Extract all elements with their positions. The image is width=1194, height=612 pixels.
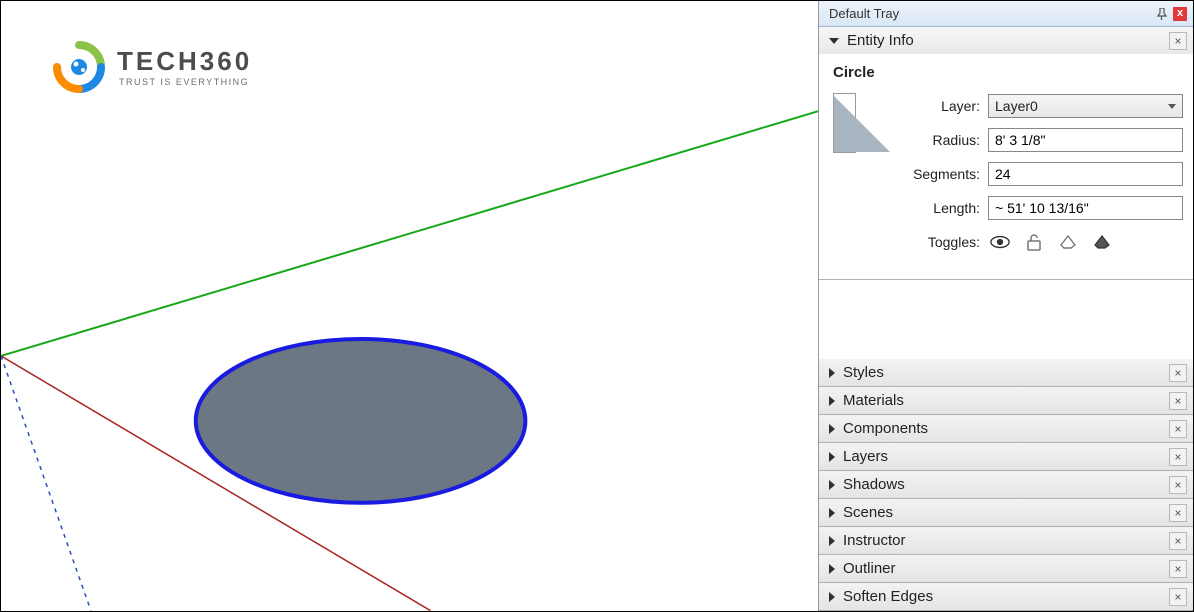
- section-header-styles[interactable]: Styles ×: [819, 359, 1193, 386]
- section-outliner: Outliner ×: [819, 555, 1193, 583]
- pin-icon[interactable]: [1155, 7, 1169, 21]
- section-label: Materials: [843, 392, 1169, 409]
- section-entity-info: Entity Info × Circle Layer: Layer0: [819, 27, 1193, 280]
- section-header-shadows[interactable]: Shadows ×: [819, 471, 1193, 498]
- section-label: Shadows: [843, 476, 1169, 493]
- section-label: Scenes: [843, 504, 1169, 521]
- entity-info-body: Circle Layer: Layer0 Radius:: [819, 54, 1193, 279]
- length-label: Length:: [870, 200, 988, 216]
- app-logo: TECH360 TRUST IS EVERYTHING: [51, 39, 252, 95]
- radius-input[interactable]: [988, 128, 1183, 152]
- caret-right-icon: [829, 592, 835, 602]
- section-soften-edges: Soften Edges ×: [819, 583, 1193, 611]
- material-swatch[interactable]: [833, 93, 856, 153]
- section-close-button[interactable]: ×: [1169, 588, 1187, 606]
- section-label: Styles: [843, 364, 1169, 381]
- caret-right-icon: [829, 536, 835, 546]
- logo-title: TECH360: [117, 48, 252, 74]
- tray-close-button[interactable]: x: [1173, 7, 1187, 21]
- layer-select[interactable]: Layer0: [988, 94, 1183, 118]
- entity-type-label: Circle: [829, 62, 1183, 89]
- section-label: Outliner: [843, 560, 1169, 577]
- layer-select-value: Layer0: [995, 98, 1038, 114]
- section-header-entity-info[interactable]: Entity Info ×: [819, 27, 1193, 54]
- section-styles: Styles ×: [819, 359, 1193, 387]
- section-close-button[interactable]: ×: [1169, 504, 1187, 522]
- section-layers: Layers ×: [819, 443, 1193, 471]
- tray-header[interactable]: Default Tray x: [819, 1, 1193, 27]
- section-components: Components ×: [819, 415, 1193, 443]
- section-close-button[interactable]: ×: [1169, 448, 1187, 466]
- axis-green: [1, 111, 818, 356]
- caret-right-icon: [829, 396, 835, 406]
- section-close-button[interactable]: ×: [1169, 420, 1187, 438]
- section-shadows: Shadows ×: [819, 471, 1193, 499]
- section-scenes: Scenes ×: [819, 499, 1193, 527]
- section-materials: Materials ×: [819, 387, 1193, 415]
- section-header-outliner[interactable]: Outliner ×: [819, 555, 1193, 582]
- segments-input[interactable]: [988, 162, 1183, 186]
- lock-toggle-icon[interactable]: [1024, 233, 1044, 251]
- section-label: Soften Edges: [843, 588, 1169, 605]
- caret-right-icon: [829, 424, 835, 434]
- section-close-button[interactable]: ×: [1169, 560, 1187, 578]
- section-close-button[interactable]: ×: [1169, 32, 1187, 50]
- caret-down-icon: [829, 38, 839, 44]
- section-header-scenes[interactable]: Scenes ×: [819, 499, 1193, 526]
- segments-label: Segments:: [870, 166, 988, 182]
- viewport-canvas[interactable]: TECH360 TRUST IS EVERYTHING: [1, 1, 818, 611]
- section-instructor: Instructor ×: [819, 527, 1193, 555]
- caret-right-icon: [829, 564, 835, 574]
- caret-right-icon: [829, 452, 835, 462]
- logo-mark-icon: [51, 39, 107, 95]
- section-close-button[interactable]: ×: [1169, 532, 1187, 550]
- section-header-materials[interactable]: Materials ×: [819, 387, 1193, 414]
- section-close-button[interactable]: ×: [1169, 364, 1187, 382]
- caret-right-icon: [829, 368, 835, 378]
- section-header-soften-edges[interactable]: Soften Edges ×: [819, 583, 1193, 610]
- logo-subtitle: TRUST IS EVERYTHING: [119, 78, 252, 87]
- shadow-toggle-icon[interactable]: [1058, 233, 1078, 251]
- toggles-label: Toggles:: [870, 234, 988, 250]
- section-header-instructor[interactable]: Instructor ×: [819, 527, 1193, 554]
- length-input[interactable]: [988, 196, 1183, 220]
- section-label: Components: [843, 420, 1169, 437]
- section-label: Entity Info: [847, 32, 1169, 49]
- caret-right-icon: [829, 480, 835, 490]
- caret-right-icon: [829, 508, 835, 518]
- section-header-layers[interactable]: Layers ×: [819, 443, 1193, 470]
- receive-shadow-toggle-icon[interactable]: [1092, 233, 1112, 251]
- visibility-toggle-icon[interactable]: [990, 233, 1010, 251]
- section-label: Layers: [843, 448, 1169, 465]
- axis-blue-dashed: [1, 356, 91, 611]
- section-close-button[interactable]: ×: [1169, 392, 1187, 410]
- section-close-button[interactable]: ×: [1169, 476, 1187, 494]
- section-label: Instructor: [843, 532, 1169, 549]
- tray-title: Default Tray: [829, 6, 1151, 21]
- section-header-components[interactable]: Components ×: [819, 415, 1193, 442]
- entity-circle[interactable]: [196, 339, 526, 503]
- default-tray: Default Tray x Entity Info × Circle Laye…: [818, 1, 1193, 611]
